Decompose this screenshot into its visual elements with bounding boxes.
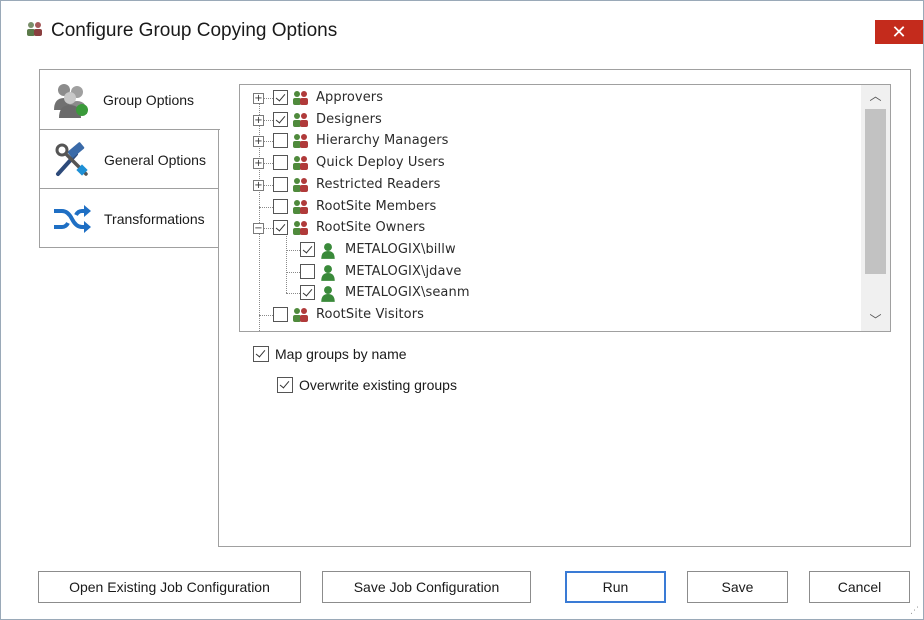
- tree-scrollbar[interactable]: ︿ ﹀: [861, 85, 890, 331]
- group-icon: [292, 133, 310, 149]
- tree-item-checkbox[interactable]: [273, 111, 288, 127]
- tree-content: + Approvers + Designers + Hierarchy Managers +…: [240, 85, 860, 331]
- tree-group-row[interactable]: + Restricted Readers: [240, 175, 860, 195]
- group-copy-icon: [27, 22, 42, 36]
- tree-item-checkbox[interactable]: [273, 307, 288, 322]
- tree-group-row[interactable]: + Quick Deploy Users: [240, 153, 860, 173]
- tree-item-label: Designers: [316, 111, 382, 127]
- expand-icon[interactable]: +: [253, 158, 264, 170]
- map-groups-checkbox[interactable]: [253, 346, 269, 362]
- tree-item-label: Approvers: [316, 90, 384, 105]
- group-icon: [292, 112, 310, 128]
- tree-connector-line: [259, 206, 273, 208]
- tree-connector-line: [286, 293, 300, 295]
- overwrite-groups-checkbox[interactable]: [277, 377, 293, 393]
- tree-item-label: RootSite Members: [316, 198, 437, 214]
- tab-label: General Options: [104, 152, 206, 168]
- tab-group-options[interactable]: Group Options: [39, 69, 220, 130]
- map-groups-label: Map groups by name: [275, 346, 407, 362]
- window-title: Configure Group Copying Options: [51, 20, 338, 41]
- scroll-thumb[interactable]: [865, 109, 886, 274]
- tree-connector-line: [286, 271, 300, 273]
- tree-user-row[interactable]: METALOGIX\seanm: [240, 283, 860, 303]
- tree-item-checkbox[interactable]: [273, 176, 288, 192]
- tree-item-checkbox[interactable]: [300, 241, 315, 257]
- user-icon: [319, 242, 337, 259]
- title-bar: Configure Group Copying Options ✕: [1, 1, 923, 47]
- tree-item-label: RootSite Visitors: [316, 307, 425, 322]
- overwrite-groups-label: Overwrite existing groups: [299, 377, 457, 393]
- tree-item-label: Quick Deploy Users: [316, 155, 445, 171]
- users-group-icon: [54, 84, 88, 118]
- group-icon: [292, 90, 310, 106]
- tree-item-checkbox[interactable]: [300, 263, 315, 279]
- expand-icon[interactable]: +: [253, 114, 264, 126]
- tab-label: Group Options: [103, 92, 195, 108]
- tab-transformations[interactable]: Transformations: [39, 188, 219, 248]
- tree-item-label: METALOGIX\jdave: [345, 263, 462, 279]
- tree-user-row[interactable]: METALOGIX\billw: [240, 240, 860, 260]
- tree-item-checkbox[interactable]: [273, 133, 288, 149]
- tree-connector-line: [286, 249, 300, 251]
- group-icon: [292, 177, 310, 193]
- tree-item-label: METALOGIX\billw: [345, 241, 456, 257]
- tree-item-label: RootSite Owners: [316, 220, 426, 236]
- save-job-config-button[interactable]: Save Job Configuration: [322, 571, 531, 603]
- tree-connector-line: [259, 315, 273, 316]
- group-icon: [292, 199, 310, 215]
- tree-group-row[interactable]: + Designers: [240, 110, 860, 130]
- tree-item-checkbox[interactable]: [273, 220, 288, 236]
- tree-group-row[interactable]: + Approvers: [240, 88, 860, 108]
- save-button[interactable]: Save: [687, 571, 788, 603]
- expand-icon[interactable]: +: [253, 136, 264, 148]
- tree-item-checkbox[interactable]: [300, 285, 315, 301]
- collapse-icon[interactable]: −: [253, 223, 264, 235]
- user-icon: [319, 285, 337, 303]
- open-existing-config-button[interactable]: Open Existing Job Configuration: [38, 571, 301, 603]
- tree-group-row[interactable]: − RootSite Owners: [240, 218, 860, 238]
- tab-general-options[interactable]: General Options: [39, 129, 219, 189]
- scroll-down-arrow-icon[interactable]: ﹀: [861, 309, 890, 331]
- tree-item-label: METALOGIX\seanm: [345, 285, 470, 301]
- group-icon: [292, 220, 310, 236]
- hammer-wrench-icon: [55, 142, 88, 176]
- tab-label: Transformations: [104, 211, 205, 227]
- tree-user-row[interactable]: METALOGIX\jdave: [240, 262, 860, 282]
- tree-item-label: Restricted Readers: [316, 176, 441, 192]
- expand-icon[interactable]: +: [253, 93, 264, 104]
- group-tree-view[interactable]: + Approvers + Designers + Hierarchy Managers +…: [239, 84, 891, 332]
- tree-group-row[interactable]: + Hierarchy Managers: [240, 131, 860, 151]
- resize-grip-icon[interactable]: ⋰: [910, 605, 919, 616]
- shuffle-arrows-icon: [54, 205, 91, 233]
- run-button[interactable]: Run: [565, 571, 666, 603]
- scroll-up-arrow-icon[interactable]: ︿: [861, 85, 890, 107]
- tree-group-row[interactable]: RootSite Visitors: [240, 305, 860, 325]
- tree-item-label: Hierarchy Managers: [316, 133, 449, 149]
- tree-item-checkbox[interactable]: [273, 155, 288, 171]
- user-icon: [319, 264, 337, 281]
- close-button[interactable]: ✕: [875, 20, 923, 44]
- dialog-window: Configure Group Copying Options ✕ Group …: [0, 0, 924, 620]
- group-icon: [292, 155, 310, 171]
- expand-icon[interactable]: +: [253, 179, 264, 191]
- tree-item-checkbox[interactable]: [273, 198, 288, 214]
- tree-item-checkbox[interactable]: [273, 90, 288, 105]
- cancel-button[interactable]: Cancel: [809, 571, 910, 603]
- group-icon: [292, 307, 310, 323]
- tree-group-row[interactable]: RootSite Members: [240, 197, 860, 217]
